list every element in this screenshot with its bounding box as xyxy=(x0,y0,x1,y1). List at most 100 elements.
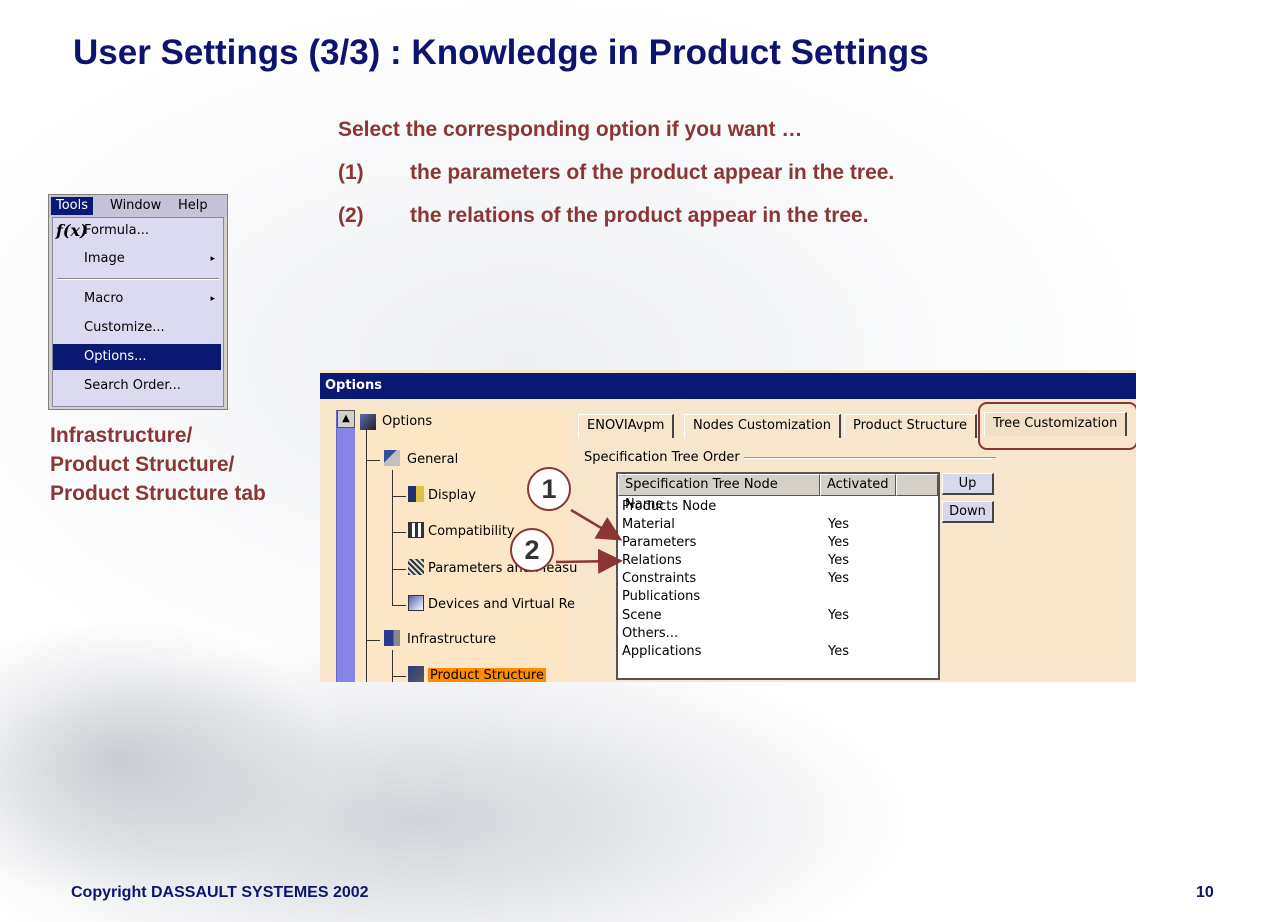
tree-line xyxy=(392,470,393,606)
product-structure-icon xyxy=(408,666,424,682)
row-activated: Yes xyxy=(828,517,849,532)
menu-item-label: Image xyxy=(84,251,125,266)
submenu-arrow-icon: ▸ xyxy=(210,294,215,304)
page-number: 10 xyxy=(1196,884,1214,901)
intro-text: Select the corresponding option if you w… xyxy=(338,118,803,141)
tree-node-general[interactable]: General xyxy=(407,450,458,470)
tree-node-parameters-and-measure[interactable]: Parameters and Measu xyxy=(428,559,577,579)
list-item[interactable]: Relations Yes xyxy=(622,552,849,570)
row-name: Applications xyxy=(622,644,702,659)
list-item[interactable]: Products Node xyxy=(622,498,716,516)
devices-icon xyxy=(408,595,424,611)
row-name: Products Node xyxy=(622,499,717,514)
menu-item-macro[interactable]: Macro ▸ xyxy=(53,286,221,312)
caption-line-3: Product Structure tab xyxy=(50,482,266,505)
tab-product-structure[interactable]: Product Structure xyxy=(844,414,977,438)
compatibility-icon xyxy=(408,522,424,538)
menu-item-formula[interactable]: f(x) Formula... xyxy=(53,218,221,244)
column-header-name[interactable]: Specification Tree Node Name xyxy=(618,474,820,512)
tree-line xyxy=(366,460,380,461)
options-icon xyxy=(360,414,376,430)
menu-item-label: Formula... xyxy=(84,223,149,238)
list-item[interactable]: Others... xyxy=(622,625,678,643)
list-item[interactable]: Material Yes xyxy=(622,516,849,534)
tools-menu: Tools Window Help f(x) Formula... Image … xyxy=(48,194,228,410)
tree-line xyxy=(392,569,406,570)
submenu-arrow-icon: ▸ xyxy=(210,254,215,264)
column-header-activated[interactable]: Activated xyxy=(820,474,896,496)
options-dialog: Options ▲ Options General Display Compat… xyxy=(320,370,1136,682)
navigation-caption: Infrastructure/ Product Structure/ Produ… xyxy=(50,421,266,508)
point-1-number: (1) xyxy=(338,161,364,184)
formula-fx-icon: f(x) xyxy=(56,221,88,240)
row-name: Scene xyxy=(622,608,662,623)
menu-help[interactable]: Help xyxy=(178,198,208,213)
tree-node-display[interactable]: Display xyxy=(428,486,476,506)
tree-node-options[interactable]: Options xyxy=(382,412,432,432)
menu-bar: Tools Window Help xyxy=(49,195,227,217)
menu-item-search-order[interactable]: Search Order... xyxy=(53,373,221,399)
menu-item-label: Search Order... xyxy=(84,378,181,393)
point-1-text: the parameters of the product appear in … xyxy=(410,161,895,184)
callout-1: 1 xyxy=(527,467,571,511)
menu-item-label: Options... xyxy=(84,349,147,364)
row-name: Publications xyxy=(622,589,701,604)
tree-line xyxy=(392,532,406,533)
menu-dropdown: f(x) Formula... Image ▸ Macro ▸ Customiz… xyxy=(52,217,224,407)
menu-item-customize[interactable]: Customize... xyxy=(53,315,221,341)
tree-node-devices[interactable]: Devices and Virtual Re xyxy=(428,595,575,615)
down-button[interactable]: Down xyxy=(942,501,994,523)
tree-node-label: Product Structure xyxy=(428,668,546,682)
row-name: Parameters xyxy=(622,535,697,550)
row-activated: Yes xyxy=(828,571,849,586)
point-2: (2) the relations of the product appear i… xyxy=(338,204,869,228)
display-icon xyxy=(408,486,424,502)
tab-enoviavpm[interactable]: ENOVIAvpm xyxy=(578,414,675,438)
menu-item-image[interactable]: Image ▸ xyxy=(53,246,221,272)
menu-item-label: Customize... xyxy=(84,320,165,335)
tab-nodes-customization[interactable]: Nodes Customization xyxy=(684,414,841,438)
menu-item-options[interactable]: Options... xyxy=(53,344,221,370)
menu-window[interactable]: Window xyxy=(110,198,161,213)
tree-line xyxy=(366,430,367,682)
row-name: Others... xyxy=(622,626,679,641)
tree-node-compatibility[interactable]: Compatibility xyxy=(428,522,515,542)
slide-title: User Settings (3/3) : Knowledge in Produ… xyxy=(73,33,929,72)
row-activated: Yes xyxy=(828,644,849,659)
row-name: Constraints xyxy=(622,571,697,586)
point-2-text: the relations of the product appear in t… xyxy=(410,204,869,227)
row-activated: Yes xyxy=(828,553,849,568)
group-label: Specification Tree Order xyxy=(584,450,744,465)
row-name: Material xyxy=(622,517,675,532)
tree-node-product-structure[interactable]: Product Structure xyxy=(428,666,546,682)
callout-2: 2 xyxy=(510,528,554,572)
tree-line xyxy=(392,605,406,606)
list-item[interactable]: Applications Yes xyxy=(622,643,849,661)
dialog-title: Options xyxy=(320,373,1136,399)
tree-line xyxy=(392,496,406,497)
tree-scrollbar[interactable]: ▲ xyxy=(336,410,355,682)
list-item[interactable]: Parameters Yes xyxy=(622,534,849,552)
caption-line-1: Infrastructure/ xyxy=(50,424,193,447)
general-icon xyxy=(384,450,400,466)
scroll-up-icon[interactable]: ▲ xyxy=(337,410,355,428)
infrastructure-icon xyxy=(384,630,400,646)
point-2-number: (2) xyxy=(338,204,364,227)
list-item[interactable]: Scene Yes xyxy=(622,607,849,625)
point-1: (1) the parameters of the product appear … xyxy=(338,161,894,185)
tree-line xyxy=(392,650,393,682)
tree-line xyxy=(392,676,406,677)
menu-item-label: Macro xyxy=(84,291,124,306)
list-item[interactable]: Constraints Yes xyxy=(622,570,849,588)
menu-tools[interactable]: Tools xyxy=(51,197,94,215)
row-name: Relations xyxy=(622,553,682,568)
row-activated: Yes xyxy=(828,535,849,550)
caption-line-2: Product Structure/ xyxy=(50,453,235,476)
column-header-filler xyxy=(896,474,938,496)
up-button[interactable]: Up xyxy=(942,473,994,495)
tree-node-infrastructure[interactable]: Infrastructure xyxy=(407,630,496,650)
list-item[interactable]: Publications xyxy=(622,588,700,606)
tree-line xyxy=(366,640,380,641)
tab-highlight-frame xyxy=(978,402,1136,450)
parameters-icon xyxy=(408,559,424,575)
